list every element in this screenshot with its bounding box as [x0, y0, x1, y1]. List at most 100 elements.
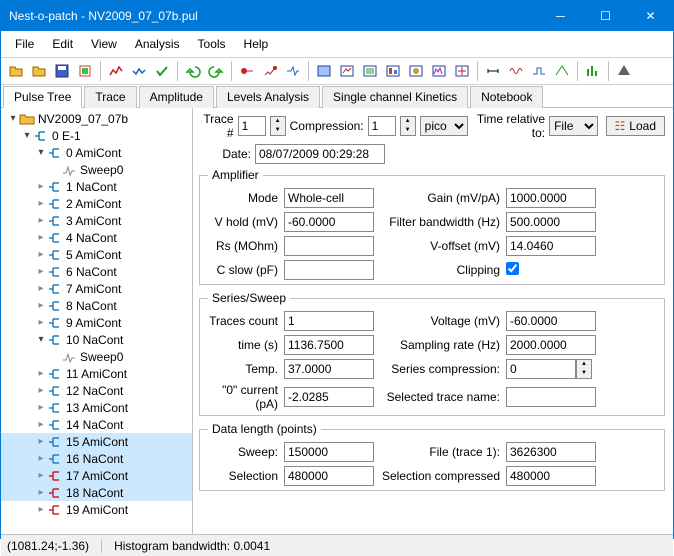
config-icon[interactable]: [74, 60, 96, 82]
tab-kinetics[interactable]: Single channel Kinetics: [322, 86, 468, 108]
tree-item[interactable]: 0 E-1: [1, 127, 192, 144]
panel1-icon[interactable]: [313, 60, 335, 82]
chart2-icon[interactable]: [128, 60, 150, 82]
save-icon[interactable]: [51, 60, 73, 82]
menu-tools[interactable]: Tools: [190, 35, 234, 53]
expand-arrow-icon[interactable]: [35, 368, 47, 379]
expand-arrow-icon[interactable]: [21, 130, 33, 141]
expand-arrow-icon[interactable]: [35, 317, 47, 328]
time-relative-select[interactable]: File: [549, 116, 597, 136]
tree-item[interactable]: 17 AmiCont: [1, 467, 192, 484]
expand-arrow-icon[interactable]: [7, 113, 19, 124]
selname-input[interactable]: [506, 387, 596, 407]
traces-input[interactable]: [284, 311, 374, 331]
expand-arrow-icon[interactable]: [35, 147, 47, 158]
tree-item[interactable]: 16 NaCont: [1, 450, 192, 467]
undo-icon[interactable]: [182, 60, 204, 82]
panel6-icon[interactable]: [428, 60, 450, 82]
comp-spinner[interactable]: ▲▼: [576, 359, 592, 379]
load-button[interactable]: ☷Load: [606, 116, 665, 136]
unit-select[interactable]: pico: [420, 116, 468, 136]
folder-icon[interactable]: [28, 60, 50, 82]
tree-item[interactable]: 0 AmiCont: [1, 144, 192, 161]
marker3-icon[interactable]: [282, 60, 304, 82]
compression-spinner[interactable]: ▲▼: [400, 116, 416, 136]
panel5-icon[interactable]: [405, 60, 427, 82]
voltage-input[interactable]: [506, 311, 596, 331]
expand-arrow-icon[interactable]: [35, 181, 47, 192]
comp-input[interactable]: [506, 359, 576, 379]
peak-icon[interactable]: [551, 60, 573, 82]
hbar-icon[interactable]: [482, 60, 504, 82]
date-input[interactable]: [255, 144, 385, 164]
clipping-checkbox[interactable]: [506, 262, 519, 275]
file-input[interactable]: [506, 442, 596, 462]
tree-item[interactable]: 14 NaCont: [1, 416, 192, 433]
step-icon[interactable]: [528, 60, 550, 82]
mode-input[interactable]: [284, 188, 374, 208]
menu-view[interactable]: View: [83, 35, 125, 53]
trace-no-spinner[interactable]: ▲▼: [270, 116, 286, 136]
tree-item[interactable]: 9 AmiCont: [1, 314, 192, 331]
expand-arrow-icon[interactable]: [35, 385, 47, 396]
rate-input[interactable]: [506, 335, 596, 355]
tree-item[interactable]: Sweep0: [1, 161, 192, 178]
tree-item[interactable]: Sweep0: [1, 348, 192, 365]
filter-icon[interactable]: [613, 60, 635, 82]
selection-input[interactable]: [284, 466, 374, 486]
close-button[interactable]: ✕: [628, 1, 673, 31]
tree-item[interactable]: 3 AmiCont: [1, 212, 192, 229]
panel3-icon[interactable]: [359, 60, 381, 82]
menu-file[interactable]: File: [7, 35, 42, 53]
time-input[interactable]: [284, 335, 374, 355]
tree-item[interactable]: NV2009_07_07b: [1, 110, 192, 127]
tree-item[interactable]: 1 NaCont: [1, 178, 192, 195]
selcomp-input[interactable]: [506, 466, 596, 486]
expand-arrow-icon[interactable]: [35, 283, 47, 294]
wave-icon[interactable]: [505, 60, 527, 82]
expand-arrow-icon[interactable]: [35, 419, 47, 430]
trace-no-input[interactable]: [238, 116, 266, 136]
tree-item[interactable]: 11 AmiCont: [1, 365, 192, 382]
vhold-input[interactable]: [284, 212, 374, 232]
tree-item[interactable]: 19 AmiCont: [1, 501, 192, 518]
voffset-input[interactable]: [506, 236, 596, 256]
compression-input[interactable]: [368, 116, 396, 136]
tree-item[interactable]: 4 NaCont: [1, 229, 192, 246]
expand-arrow-icon[interactable]: [35, 300, 47, 311]
menu-edit[interactable]: Edit: [44, 35, 81, 53]
expand-arrow-icon[interactable]: [35, 504, 47, 515]
marker2-icon[interactable]: [259, 60, 281, 82]
maximize-button[interactable]: ☐: [583, 1, 628, 31]
expand-arrow-icon[interactable]: [35, 334, 47, 345]
expand-arrow-icon[interactable]: [35, 266, 47, 277]
zero-input[interactable]: [284, 387, 374, 407]
temp-input[interactable]: [284, 359, 374, 379]
expand-arrow-icon[interactable]: [35, 198, 47, 209]
tab-amplitude[interactable]: Amplitude: [139, 86, 214, 108]
tree-item[interactable]: 7 AmiCont: [1, 280, 192, 297]
tab-notebook[interactable]: Notebook: [470, 86, 543, 108]
open-icon[interactable]: [5, 60, 27, 82]
filter-input[interactable]: [506, 212, 596, 232]
rs-input[interactable]: [284, 236, 374, 256]
tab-trace[interactable]: Trace: [84, 86, 136, 108]
panel4-icon[interactable]: [382, 60, 404, 82]
minimize-button[interactable]: ─: [538, 1, 583, 31]
expand-arrow-icon[interactable]: [35, 436, 47, 447]
tree-item[interactable]: 2 AmiCont: [1, 195, 192, 212]
tree-item[interactable]: 12 NaCont: [1, 382, 192, 399]
redo-icon[interactable]: [205, 60, 227, 82]
tree-view[interactable]: NV2009_07_07b0 E-10 AmiContSweep01 NaCon…: [1, 108, 193, 534]
tree-item[interactable]: 10 NaCont: [1, 331, 192, 348]
tab-pulse-tree[interactable]: Pulse Tree: [3, 86, 82, 108]
expand-arrow-icon[interactable]: [35, 215, 47, 226]
expand-arrow-icon[interactable]: [35, 470, 47, 481]
tree-item[interactable]: 13 AmiCont: [1, 399, 192, 416]
panel7-icon[interactable]: [451, 60, 473, 82]
cslow-input[interactable]: [284, 260, 374, 280]
check-icon[interactable]: [151, 60, 173, 82]
sweep-input[interactable]: [284, 442, 374, 462]
expand-arrow-icon[interactable]: [35, 453, 47, 464]
tree-item[interactable]: 6 NaCont: [1, 263, 192, 280]
